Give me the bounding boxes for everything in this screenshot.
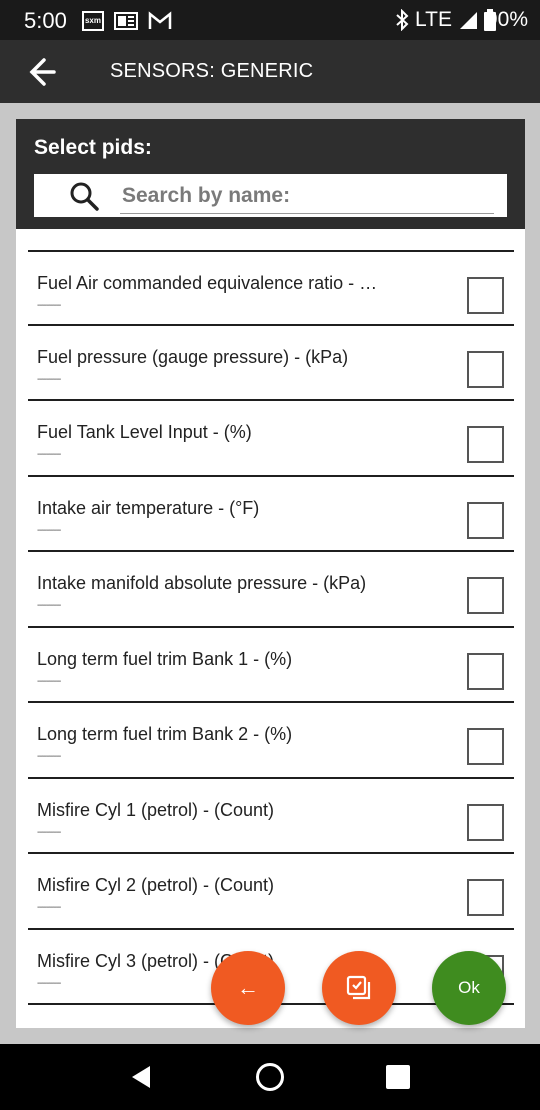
nav-recents-icon[interactable] <box>386 1065 410 1089</box>
select-all-icon <box>346 975 371 1000</box>
status-time: 5:00 <box>24 8 67 33</box>
network-type: LTE <box>415 8 452 31</box>
pid-label: Misfire Cyl 3 (petrol) - (Count) <box>37 950 275 971</box>
fab-ok-button[interactable]: Ok <box>432 951 506 1025</box>
pid-label: Long term fuel trim Bank 2 - (%) <box>37 724 293 744</box>
pid-label: Intake air temperature - (°F) <box>37 497 260 518</box>
pid-checkbox[interactable] <box>467 277 504 314</box>
select-pids-dialog: Select pids: Fuel Air commanded equivale… <box>16 119 525 1028</box>
dialog-title: Select pids: <box>34 136 152 159</box>
pid-label: Fuel Air commanded equivalence ratio - … <box>37 273 377 293</box>
nav-home-icon[interactable] <box>256 1063 284 1091</box>
app-bar: SENSORS: GENERIC <box>0 40 540 103</box>
pid-value: ---------- <box>37 977 61 989</box>
list-item[interactable]: Long term fuel trim Bank 1 - (%) --------… <box>28 628 514 703</box>
sxm-icon: sxm <box>82 11 104 31</box>
fab-back-button[interactable]: ← <box>211 951 285 1025</box>
pid-value: ---------- <box>37 600 61 611</box>
pid-value: ---------- <box>37 449 61 460</box>
pid-checkbox[interactable] <box>467 652 504 690</box>
pid-value: ---------- <box>37 524 61 536</box>
battery-percent: 90% <box>485 8 528 31</box>
list-item[interactable]: Fuel pressure (gauge pressure) - (kPa) --… <box>28 326 514 401</box>
nav-back-icon[interactable] <box>128 1064 154 1090</box>
pid-checkbox[interactable] <box>467 501 504 539</box>
status-bar: 5:00 sxm LTE 90% <box>0 0 540 40</box>
news-icon <box>114 11 138 31</box>
pid-checkbox[interactable] <box>467 879 504 916</box>
pid-checkbox[interactable] <box>467 577 504 614</box>
page-title: SENSORS: GENERIC <box>110 60 314 82</box>
pid-checkbox[interactable] <box>467 803 504 841</box>
fab-back-label: ← <box>237 975 259 1000</box>
pid-label: Fuel Tank Level Input - (%) <box>37 422 252 442</box>
system-nav-bar <box>0 1044 540 1110</box>
gmail-icon <box>148 11 172 31</box>
dialog-header: Select pids: <box>16 119 525 229</box>
pid-label: Misfire Cyl 1 (petrol) - (Count) <box>37 799 275 820</box>
pid-value: ---------- <box>37 751 61 762</box>
list-item[interactable]: Long term fuel trim Bank 2 - (%) --------… <box>28 703 514 779</box>
search-box <box>34 174 507 217</box>
arrow-back-icon <box>29 58 56 86</box>
list-item[interactable]: Intake manifold absolute pressure - (kPa… <box>28 552 514 628</box>
pid-value: ---------- <box>37 675 61 687</box>
list-item[interactable]: Misfire Cyl 1 (petrol) - (Count) --------… <box>28 779 514 854</box>
list-item[interactable]: Fuel Tank Level Input - (%) ---------- <box>28 401 514 477</box>
list-item[interactable]: Intake air temperature - (°F) ---------- <box>28 477 514 552</box>
fab-select-all-button[interactable] <box>322 951 396 1025</box>
pid-checkbox[interactable] <box>467 350 504 388</box>
pid-checkbox[interactable] <box>467 426 504 463</box>
search-input[interactable] <box>120 178 494 214</box>
pid-list: Fuel Air commanded equivalence ratio - …… <box>28 250 514 1005</box>
fab-ok-label: Ok <box>458 978 480 997</box>
pid-value: ---------- <box>37 300 61 311</box>
search-icon <box>70 182 99 211</box>
pid-label: Long term fuel trim Bank 1 - (%) <box>37 648 293 669</box>
list-item[interactable]: Misfire Cyl 2 (petrol) - (Count) --------… <box>28 854 514 930</box>
pid-value: ---------- <box>37 902 61 913</box>
pid-label: Fuel pressure (gauge pressure) - (kPa) <box>37 346 349 367</box>
status-indicators: LTE <box>395 8 496 32</box>
pid-value: ---------- <box>37 826 61 838</box>
back-button[interactable] <box>22 54 62 90</box>
pid-label: Intake manifold absolute pressure - (kPa… <box>37 573 367 593</box>
list-item[interactable]: Fuel Air commanded equivalence ratio - …… <box>28 250 514 326</box>
signal-icon <box>460 12 477 29</box>
pid-label: Misfire Cyl 2 (petrol) - (Count) <box>37 875 275 895</box>
pid-value: ---------- <box>37 373 61 385</box>
pid-checkbox[interactable] <box>467 728 504 765</box>
bluetooth-icon <box>396 9 409 31</box>
